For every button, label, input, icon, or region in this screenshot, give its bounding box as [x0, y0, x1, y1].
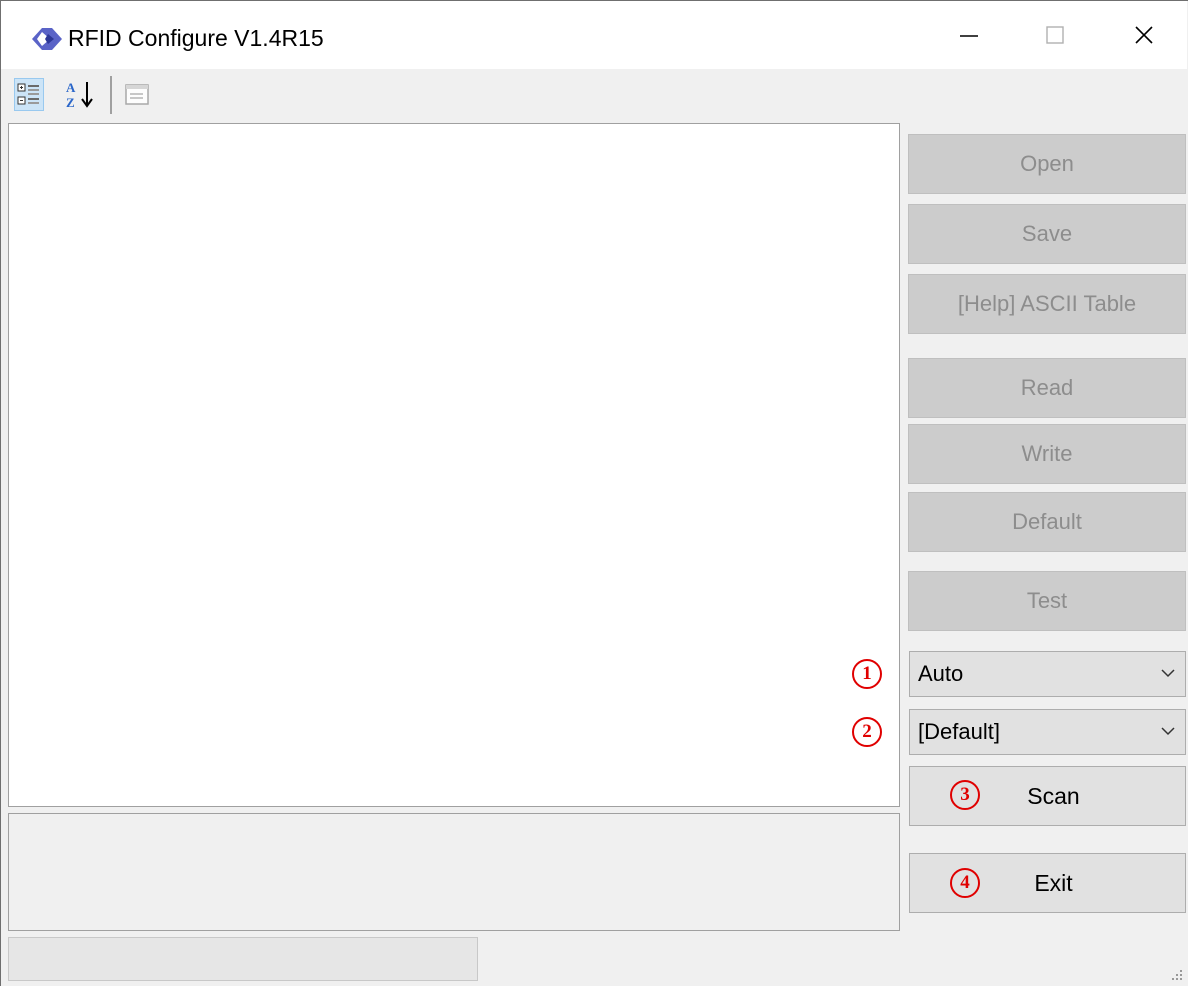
exit-button-label: Exit	[1034, 869, 1073, 896]
maximize-icon	[1046, 26, 1064, 44]
categorized-icon	[17, 83, 39, 104]
app-logo-icon	[32, 28, 62, 50]
minimize-button[interactable]	[940, 1, 998, 69]
resize-grip-icon[interactable]	[1168, 966, 1184, 982]
device-select-value: [Default]	[918, 719, 1000, 744]
default-button[interactable]: Default	[908, 492, 1186, 552]
chevron-down-icon	[1161, 669, 1175, 678]
close-icon	[1135, 26, 1153, 44]
chevron-down-icon	[1161, 727, 1175, 736]
toolbar	[1, 69, 1187, 121]
description-panel	[8, 813, 900, 931]
window-title: RFID Configure V1.4R15	[68, 25, 324, 51]
port-select-value: Auto	[918, 661, 964, 686]
step-marker-3: 3	[950, 780, 980, 810]
property-grid[interactable]	[8, 123, 900, 807]
categorized-view-button[interactable]	[14, 78, 44, 111]
svg-text:Z: Z	[66, 95, 75, 110]
step-marker-4: 4	[950, 868, 980, 898]
status-panel	[8, 937, 478, 981]
property-pages-button[interactable]	[124, 82, 152, 108]
open-button[interactable]: Open	[908, 134, 1186, 194]
property-pages-icon	[125, 84, 149, 105]
help-ascii-table-button[interactable]: [Help] ASCII Table	[908, 274, 1186, 334]
step-marker-1: 1	[852, 659, 882, 689]
alphabetical-sort-icon: A Z	[66, 80, 93, 110]
write-button[interactable]: Write	[908, 424, 1186, 484]
toolbar-separator	[110, 76, 112, 114]
svg-text:A: A	[66, 80, 76, 95]
minimize-icon	[960, 35, 978, 37]
step-marker-2: 2	[852, 717, 882, 747]
test-button[interactable]: Test	[908, 571, 1186, 631]
close-button[interactable]	[1115, 1, 1173, 69]
port-select[interactable]: Auto	[909, 651, 1186, 697]
read-button[interactable]: Read	[908, 358, 1186, 418]
maximize-button[interactable]	[1026, 1, 1084, 69]
device-select[interactable]: [Default]	[909, 709, 1186, 755]
save-button[interactable]: Save	[908, 204, 1186, 264]
scan-button-label: Scan	[1027, 782, 1080, 809]
alphabetical-sort-button[interactable]: A Z	[62, 78, 102, 111]
